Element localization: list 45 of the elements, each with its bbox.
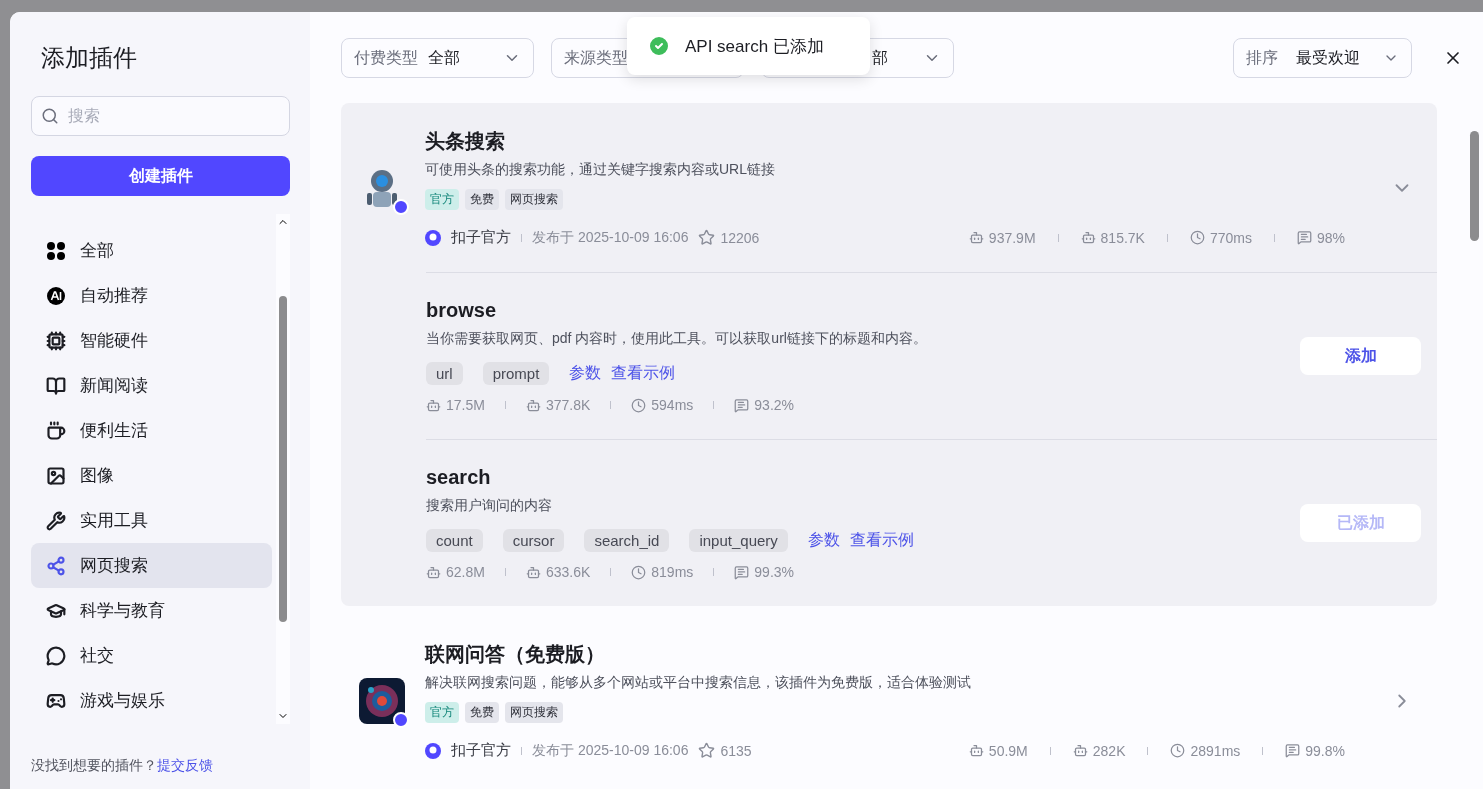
tag: 官方	[425, 702, 459, 723]
plugin-name: 联网问答（免费版）	[425, 642, 606, 667]
publish-date: 发布于 2025-10-09 16:06	[532, 741, 689, 760]
stat-value: 98%	[1296, 229, 1345, 246]
stat-value: 377.8K	[525, 397, 591, 413]
plugin-name: 头条搜索	[425, 129, 506, 154]
publish-date: 发布于 2025-10-09 16:06	[532, 228, 689, 247]
tool-description: 搜索用户询问的内容	[426, 497, 553, 515]
author-name: 扣子官方	[451, 741, 511, 760]
stat-value: 633.6K	[525, 564, 591, 580]
parameter-chip: count	[426, 529, 483, 552]
tag: 网页搜索	[505, 702, 563, 723]
tag: 免费	[465, 189, 499, 210]
tag: 官方	[425, 189, 459, 210]
parameter-chip: url	[426, 362, 463, 385]
stat-value: 17.5M	[426, 397, 485, 413]
author-name: 扣子官方	[451, 228, 511, 247]
toast-text: API search 已添加	[685, 35, 824, 58]
stat-value: 770ms	[1189, 229, 1252, 246]
stat-value: 62.8M	[426, 564, 485, 580]
stat-value: 99.3%	[734, 564, 795, 580]
tag: 网页搜索	[505, 189, 563, 210]
parameter-chip: cursor	[502, 529, 565, 552]
parameter-chip: prompt	[482, 362, 550, 385]
feedback-text: 没找到想要的插件？提交反馈	[31, 757, 214, 775]
stat-value: 99.8%	[1285, 742, 1345, 759]
tag: 免费	[465, 702, 499, 723]
stat-value: 815.7K	[1080, 229, 1145, 246]
stat-value: 937.9M	[968, 229, 1036, 246]
stat-value: 594ms	[631, 397, 694, 413]
stat-value: 2891ms	[1170, 742, 1241, 759]
star-count: 6135	[698, 742, 752, 759]
stat-value: 819ms	[631, 564, 694, 580]
parameter-chip: search_id	[584, 529, 670, 552]
star-count: 12206	[698, 229, 760, 246]
stat-value: 50.9M	[968, 742, 1028, 759]
stat-value: 282K	[1072, 742, 1126, 759]
tool-name: browse	[426, 299, 498, 322]
tool-name: search	[426, 466, 492, 489]
dialog-title: 添加插件	[41, 43, 138, 73]
plugin-description: 解决联网搜索问题，能够从多个网站或平台中搜索信息，该插件为免费版，适合体验测试	[425, 674, 972, 692]
plugin-description: 可使用头条的搜索功能，通过关键字搜索内容或URL链接	[425, 161, 776, 179]
tool-description: 当你需要获取网页、pdf 内容时，使用此工具。可以获取url链接下的标题和内容。	[426, 330, 928, 348]
parameter-chip: input_query	[689, 529, 788, 552]
stat-value: 93.2%	[734, 397, 795, 413]
